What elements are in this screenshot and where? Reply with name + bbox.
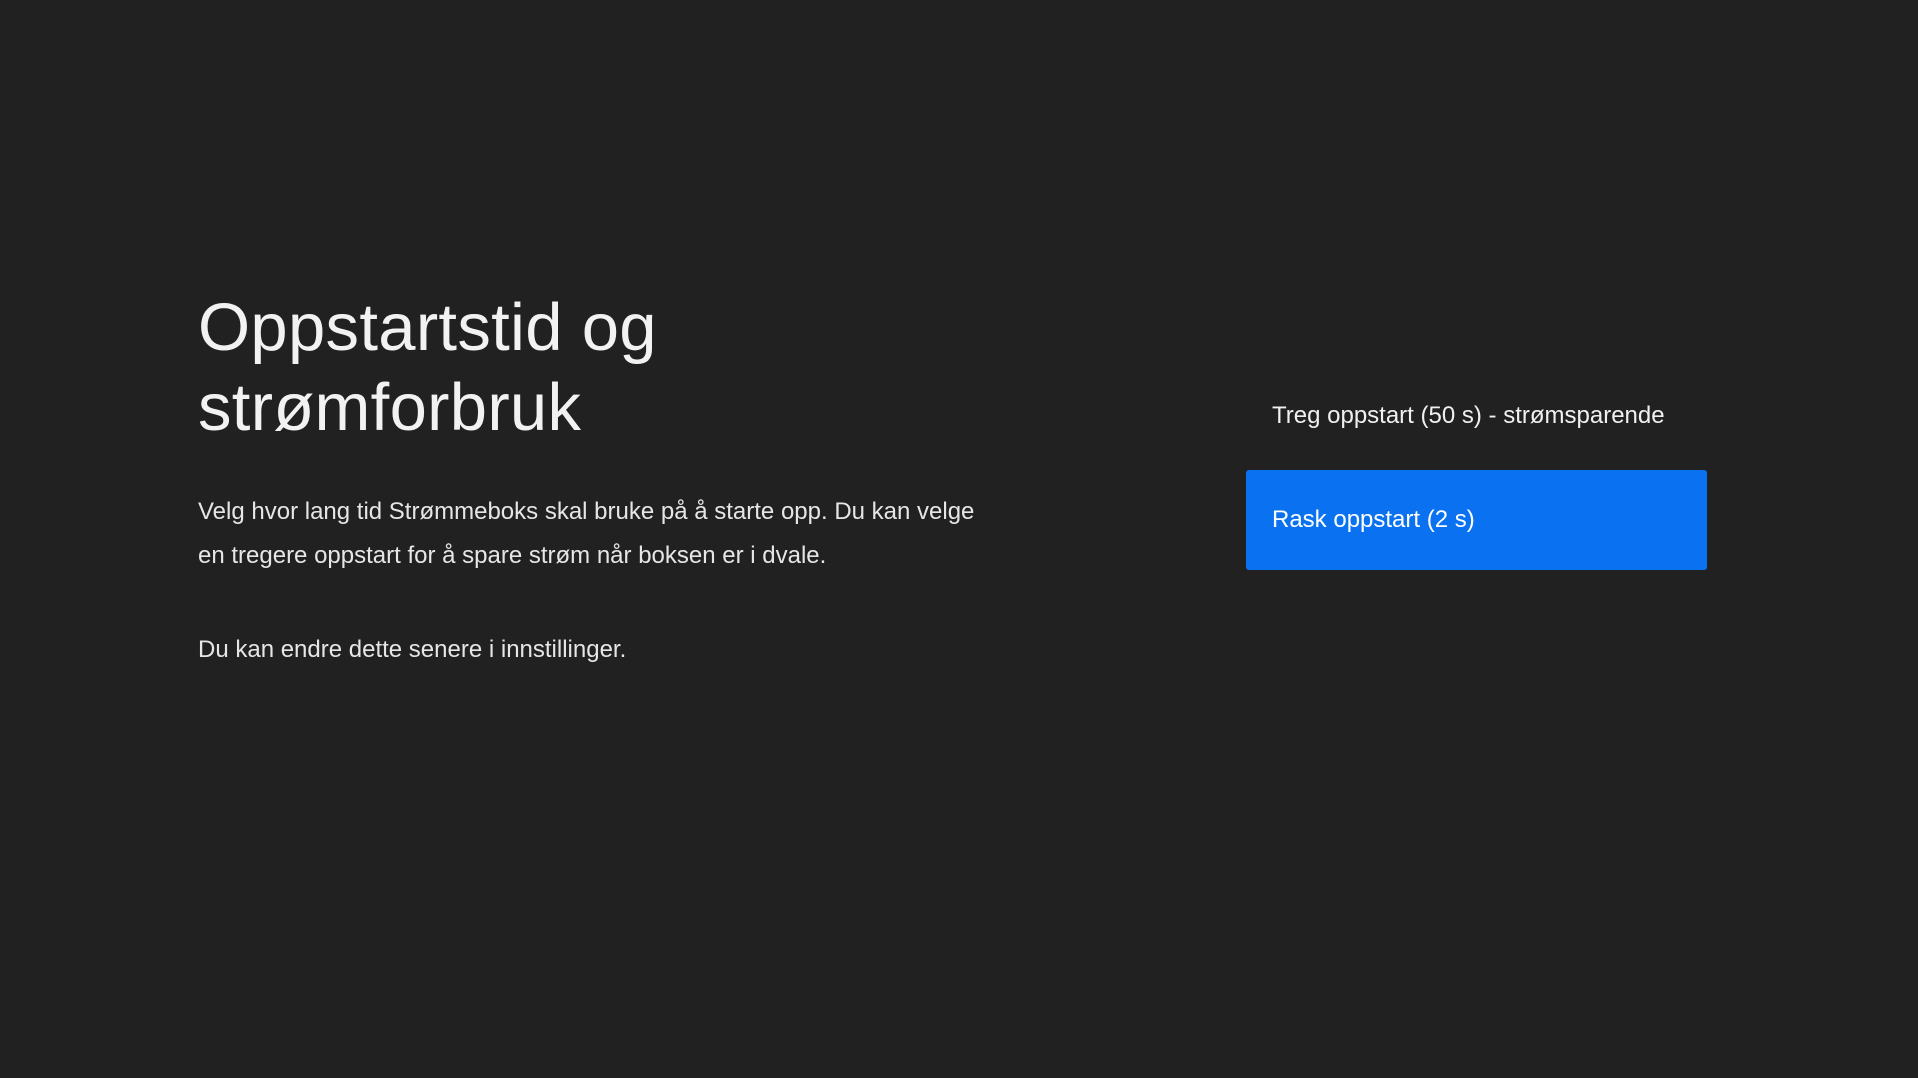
- option-fast-startup-label: Rask oppstart (2 s): [1272, 506, 1475, 533]
- description-text: Velg hvor lang tid Strømmeboks skal bruk…: [198, 498, 975, 569]
- startup-options-list: Treg oppstart (50 s) - strømsparende Ras…: [1246, 366, 1707, 570]
- settings-note: Du kan endre dette senere i innstillinge…: [198, 636, 627, 663]
- option-slow-startup[interactable]: Treg oppstart (50 s) - strømsparende: [1246, 366, 1707, 466]
- option-slow-startup-label: Treg oppstart (50 s) - strømsparende: [1272, 402, 1665, 429]
- page-title: Oppstartstid og strømforbruk: [198, 290, 657, 445]
- option-fast-startup[interactable]: Rask oppstart (2 s): [1246, 470, 1707, 570]
- info-panel: Oppstartstid og strømforbruk Velg hvor l…: [198, 288, 978, 672]
